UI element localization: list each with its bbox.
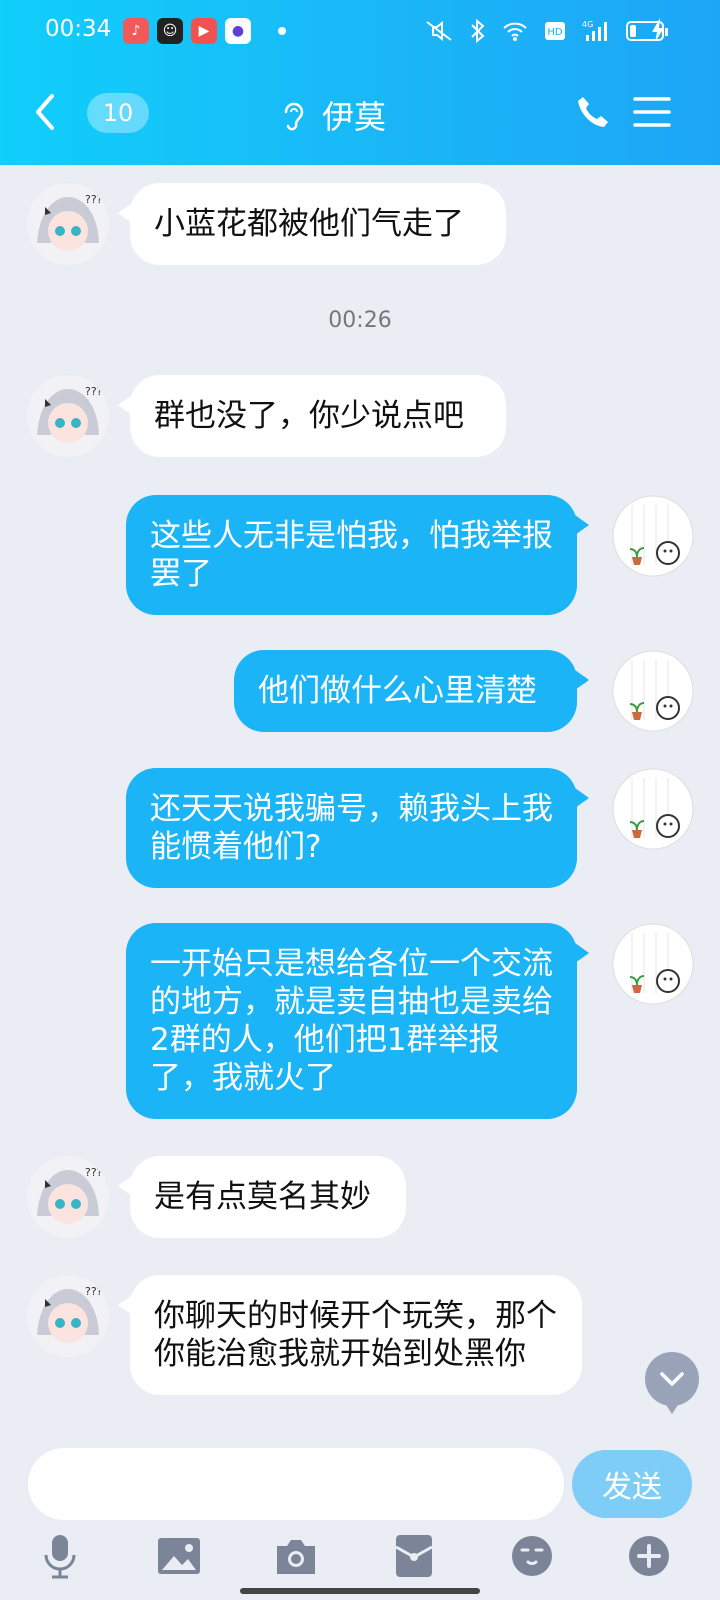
signal-icon: 4G — [582, 20, 607, 41]
chat-title: 伊莫 — [322, 98, 387, 136]
message-text: 还天天说我骗号，赖我头上我能惯着他们? — [150, 791, 553, 865]
red-packet-icon[interactable] — [390, 1532, 438, 1580]
my-avatar[interactable] — [612, 923, 694, 1005]
notification-dot — [278, 27, 286, 35]
message-timestamp: 00:26 — [328, 308, 392, 333]
home-indicator[interactable] — [240, 1588, 480, 1594]
status-time: 00:34 — [45, 16, 112, 42]
status-bar: 00:34 ♪ ☺ ▶ ● HD 4G — [0, 0, 720, 64]
back-icon[interactable] — [30, 92, 64, 132]
message-bubble[interactable]: 小蓝花都被他们气走了 — [118, 183, 506, 265]
message-text: 是有点莫名其妙 — [154, 1179, 371, 1215]
contact-avatar[interactable]: ??? — [27, 1275, 109, 1357]
unread-count-badge[interactable]: 10 — [87, 93, 149, 133]
message-text: 他们做什么心里清楚 — [258, 673, 537, 709]
input-toolbar — [0, 1532, 720, 1590]
camera-icon[interactable] — [272, 1532, 320, 1580]
mute-icon — [426, 20, 452, 42]
microphone-icon[interactable] — [36, 1532, 84, 1580]
message-bubble[interactable]: 这些人无非是怕我，怕我举报罢了 — [126, 495, 589, 615]
input-bar: 发送 — [0, 1432, 720, 1600]
menu-icon[interactable] — [632, 94, 672, 130]
contact-avatar[interactable]: ??? — [27, 1156, 109, 1238]
message-text: 小蓝花都被他们气走了 — [154, 206, 464, 242]
hd-icon: HD — [545, 22, 565, 40]
browser-app-icon: ● — [225, 18, 251, 44]
message-bubble[interactable]: 还天天说我骗号，赖我头上我能惯着他们? — [126, 768, 589, 888]
svg-text:4G: 4G — [582, 20, 593, 29]
video-app-icon: ▶ — [191, 18, 217, 44]
message-text: 群也没了，你少说点吧 — [154, 398, 464, 434]
message-bubble[interactable]: 群也没了，你少说点吧 — [118, 375, 506, 457]
chat-message-list[interactable]: ??? 小蓝花都被他们气走了 00:26 ??? 群也没了，你少说点吧 这些人无… — [0, 165, 720, 1432]
ear-icon — [284, 102, 304, 131]
message-bubble[interactable]: 是有点莫名其妙 — [118, 1156, 406, 1238]
wifi-icon — [503, 22, 527, 41]
svg-text:???: ??? — [85, 1285, 103, 1298]
svg-text:HD: HD — [547, 27, 563, 38]
svg-text:???: ??? — [85, 193, 103, 206]
charging-icon — [652, 18, 664, 42]
svg-text:???: ??? — [85, 385, 103, 398]
scroll-to-bottom-button[interactable] — [645, 1352, 699, 1414]
chevron-down-icon — [660, 1372, 684, 1386]
image-icon[interactable] — [155, 1532, 203, 1580]
music-app-icon: ♪ — [123, 18, 149, 44]
system-status-icons: HD 4G — [424, 14, 668, 48]
message-input[interactable] — [28, 1448, 564, 1520]
svg-text:???: ??? — [85, 1166, 103, 1179]
contact-avatar[interactable]: ??? — [27, 183, 109, 265]
message-bubble[interactable]: 他们做什么心里清楚 — [234, 650, 589, 732]
message-text: 一开始只是想给各位一个交流的地方，就是卖自抽也是卖给2群的人，他们把1群举报了，… — [150, 946, 553, 1096]
chat-header: 00:34 ♪ ☺ ▶ ● HD 4G 10 伊莫 — [0, 0, 720, 165]
my-avatar[interactable] — [612, 650, 694, 732]
message-text: 你聊天的时候开个玩笑，那个你能治愈我就开始到处黑你 — [154, 1298, 557, 1372]
message-bubble[interactable]: 一开始只是想给各位一个交流的地方，就是卖自抽也是卖给2群的人，他们把1群举报了，… — [126, 923, 589, 1119]
my-avatar[interactable] — [612, 768, 694, 850]
bluetooth-icon — [471, 18, 485, 44]
game-app-icon: ☺ — [157, 18, 183, 44]
my-avatar[interactable] — [612, 495, 694, 577]
message-bubble[interactable]: 你聊天的时候开个玩笑，那个你能治愈我就开始到处黑你 — [118, 1275, 582, 1395]
phone-call-icon[interactable] — [575, 94, 613, 132]
send-button[interactable]: 发送 — [572, 1450, 692, 1518]
emoji-icon[interactable] — [508, 1532, 556, 1580]
plus-icon[interactable] — [625, 1532, 673, 1580]
message-text: 这些人无非是怕我，怕我举报罢了 — [150, 518, 553, 592]
contact-avatar[interactable]: ??? — [27, 375, 109, 457]
